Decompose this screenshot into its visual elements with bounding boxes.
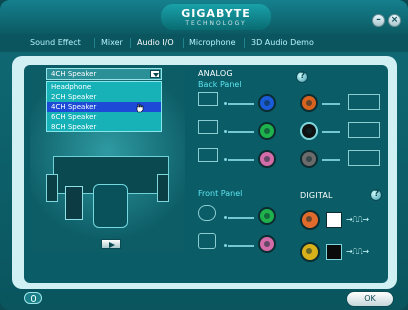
info-icon[interactable] bbox=[24, 292, 42, 304]
cable-line bbox=[228, 159, 254, 161]
option-2ch[interactable]: 2CH Speaker bbox=[47, 92, 161, 102]
cable-end-icon bbox=[224, 216, 227, 219]
speaker-set-icon bbox=[348, 122, 380, 138]
close-icon[interactable]: × bbox=[388, 14, 401, 27]
tab-3d-audio-demo[interactable]: 3D Audio Demo bbox=[251, 34, 314, 52]
jack-back-green[interactable] bbox=[258, 122, 276, 140]
back-panel-title: Back Panel bbox=[198, 80, 242, 89]
pc-tower-icon bbox=[65, 186, 83, 220]
option-8ch[interactable]: 8CH Speaker bbox=[47, 122, 161, 132]
cable-end-icon bbox=[224, 244, 227, 247]
speaker-left-icon bbox=[46, 174, 58, 202]
tab-audio-io[interactable]: Audio I/O bbox=[137, 34, 174, 52]
ok-button[interactable]: OK bbox=[346, 291, 394, 307]
coaxial-port-icon bbox=[326, 244, 342, 260]
front-panel-title: Front Panel bbox=[198, 189, 243, 198]
jack-digital-yellow[interactable] bbox=[300, 242, 320, 262]
help-icon[interactable] bbox=[296, 71, 308, 83]
speaker-set-icon bbox=[348, 150, 380, 166]
cable-line bbox=[228, 131, 254, 133]
jack-front-green[interactable] bbox=[258, 207, 276, 225]
speaker-set-icon bbox=[348, 94, 380, 110]
brand-subtitle: TECHNOLOGY bbox=[185, 20, 247, 27]
minimize-icon[interactable]: – bbox=[372, 14, 385, 27]
cable-end-icon bbox=[224, 102, 227, 105]
speaker-config-select[interactable]: 4CH Speaker bbox=[46, 68, 162, 80]
tab-separator bbox=[130, 38, 131, 48]
tab-microphone[interactable]: Microphone bbox=[189, 34, 236, 52]
chair-illustration bbox=[93, 184, 128, 228]
tab-mixer[interactable]: Mixer bbox=[101, 34, 123, 52]
microphone-icon bbox=[198, 148, 218, 162]
help-icon[interactable] bbox=[370, 189, 382, 201]
tab-sound-effect[interactable]: Sound Effect bbox=[30, 34, 81, 52]
cable-line bbox=[228, 217, 254, 219]
cable-line bbox=[322, 103, 340, 105]
digital-title: DIGITAL bbox=[300, 191, 333, 200]
cable-line bbox=[228, 245, 254, 247]
jack-back-black[interactable] bbox=[300, 122, 318, 140]
analog-title: ANALOG bbox=[198, 69, 233, 78]
speaker-config-value: 4CH Speaker bbox=[51, 70, 97, 78]
jack-front-pink[interactable] bbox=[258, 235, 276, 253]
cable-line bbox=[228, 103, 254, 105]
cable-line bbox=[322, 159, 340, 161]
tab-separator bbox=[94, 38, 95, 48]
jack-back-pink[interactable] bbox=[258, 150, 276, 168]
jack-digital-orange[interactable] bbox=[300, 210, 320, 230]
speaker-pair-icon bbox=[198, 120, 218, 134]
brand-badge: GIGABYTE TECHNOLOGY bbox=[161, 4, 271, 30]
cable-end-icon bbox=[224, 158, 227, 161]
digital-signal-icon: →⎍⎍→ bbox=[346, 247, 369, 256]
brand-name: GIGABYTE bbox=[181, 7, 251, 20]
cable-line bbox=[322, 131, 340, 133]
play-button[interactable] bbox=[101, 239, 121, 249]
tab-separator bbox=[183, 38, 184, 48]
jack-back-gray[interactable] bbox=[300, 150, 318, 168]
tab-separator bbox=[244, 38, 245, 48]
option-headphone[interactable]: Headphone bbox=[47, 82, 161, 92]
jack-back-orange[interactable] bbox=[300, 94, 318, 112]
chevron-down-icon[interactable] bbox=[150, 70, 160, 78]
microphone-icon bbox=[198, 233, 216, 249]
monitor-icon bbox=[198, 92, 218, 106]
speaker-options-list: Headphone 2CH Speaker 4CH Speaker 6CH Sp… bbox=[46, 81, 162, 132]
headphones-icon bbox=[198, 205, 216, 221]
option-6ch[interactable]: 6CH Speaker bbox=[47, 112, 161, 122]
jack-back-blue[interactable] bbox=[258, 94, 276, 112]
tab-bar: Sound Effect Mixer Audio I/O Microphone … bbox=[0, 34, 408, 52]
hand-cursor-icon bbox=[136, 103, 144, 113]
cable-end-icon bbox=[224, 130, 227, 133]
digital-signal-icon: →⎍⎍→ bbox=[346, 215, 369, 224]
optical-port-icon bbox=[326, 212, 342, 228]
speaker-right-icon bbox=[157, 174, 169, 202]
